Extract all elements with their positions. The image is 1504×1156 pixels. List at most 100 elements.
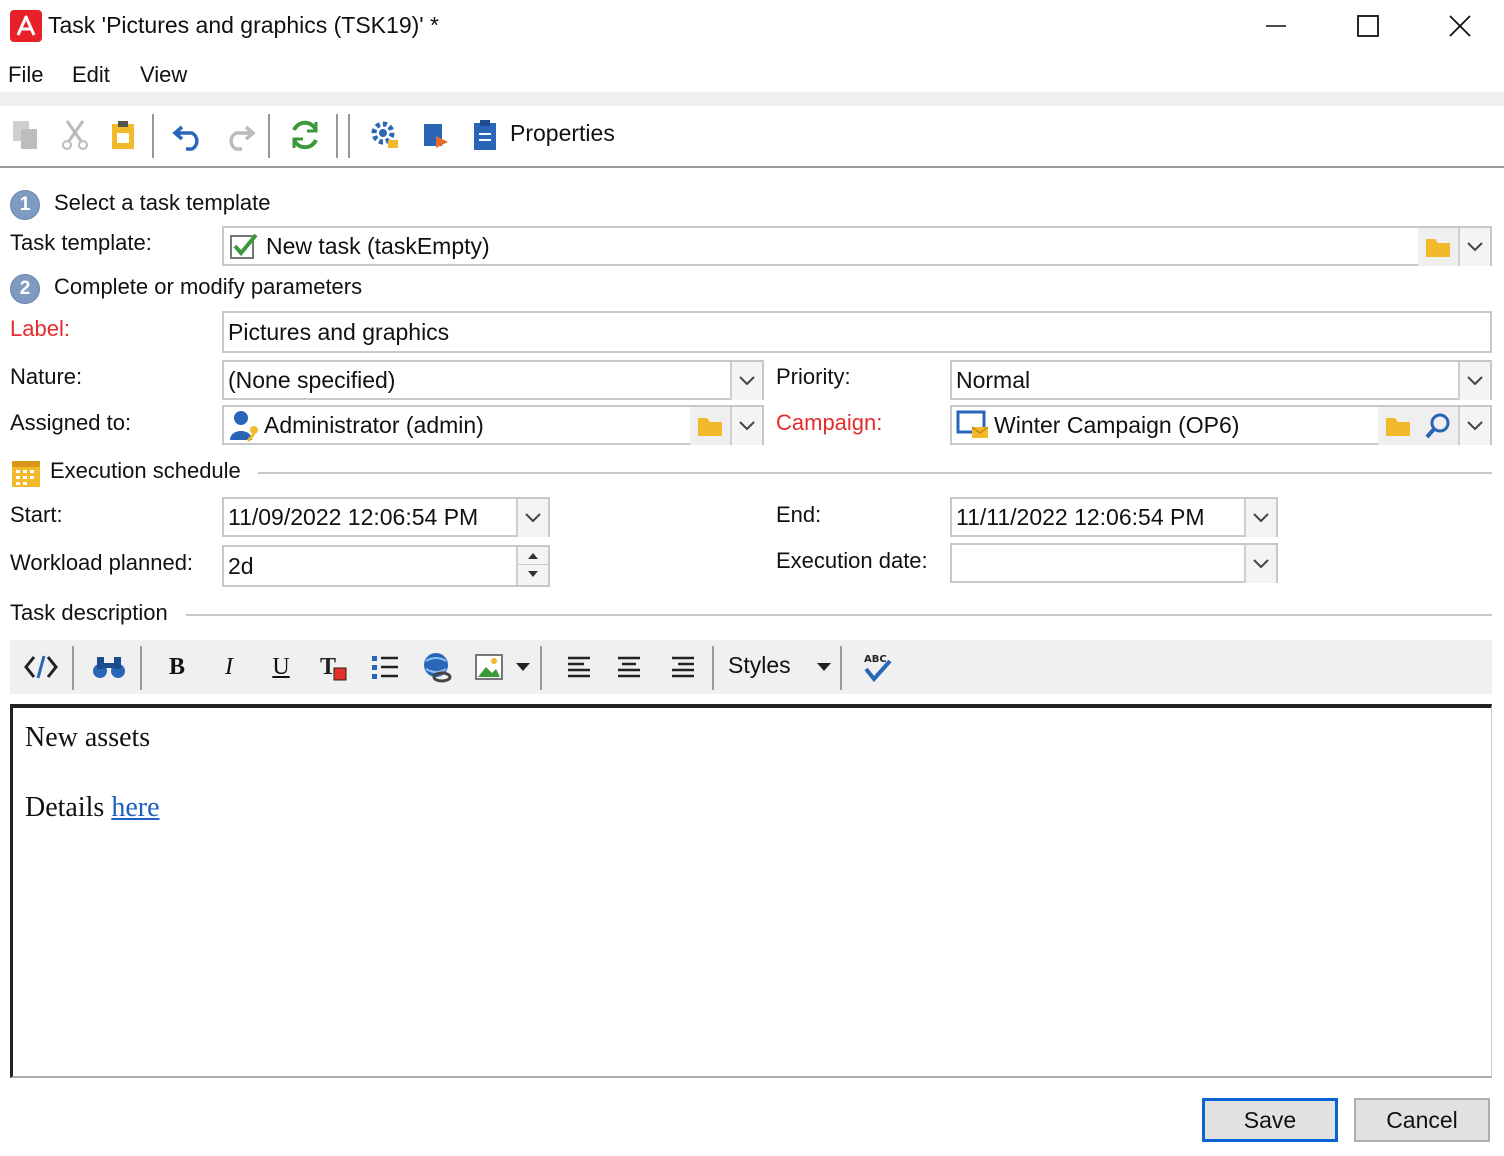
bullet-list-icon[interactable] <box>366 648 404 686</box>
priority-dropdown[interactable] <box>1458 362 1490 400</box>
description-divider <box>186 614 1492 616</box>
nature-select[interactable]: (None specified) <box>222 360 764 400</box>
menu-edit[interactable]: Edit <box>72 62 110 88</box>
menu-file[interactable]: File <box>8 62 43 88</box>
maximize-button[interactable] <box>1322 0 1414 52</box>
title-bar: Task 'Pictures and graphics (TSK19)' * <box>0 0 1504 52</box>
campaign-folder-icon[interactable] <box>1378 407 1418 445</box>
settings-icon[interactable] <box>366 116 404 154</box>
execution-date-label: Execution date: <box>776 548 928 573</box>
cancel-button[interactable]: Cancel <box>1354 1098 1490 1142</box>
assigned-to-field[interactable]: Administrator (admin) <box>222 405 764 445</box>
end-field[interactable]: 11/11/2022 12:06:54 PM <box>950 497 1278 537</box>
editor-toolbar: B I U T Styles ABC <box>10 640 1492 694</box>
svg-text:ABC: ABC <box>864 654 887 665</box>
redo-icon[interactable] <box>220 116 258 154</box>
styles-chevron-icon[interactable] <box>810 648 838 686</box>
copy-icon[interactable] <box>6 116 44 154</box>
assigned-to-label: Assigned to: <box>10 410 132 435</box>
italic-icon[interactable]: I <box>210 648 248 686</box>
end-dropdown[interactable] <box>1244 499 1276 537</box>
close-button[interactable] <box>1414 0 1504 52</box>
task-template-field[interactable]: New task (taskEmpty) <box>222 226 1492 266</box>
calendar-icon <box>10 456 42 488</box>
task-template-value: New task (taskEmpty) <box>266 232 490 259</box>
workload-label: Workload planned: <box>10 550 194 575</box>
underline-icon[interactable]: U <box>262 648 300 686</box>
refresh-icon[interactable] <box>286 116 324 154</box>
campaign-search-icon[interactable] <box>1418 407 1458 445</box>
task-template-label: Task template: <box>10 230 152 255</box>
step2-heading: Complete or modify parameters <box>54 274 363 299</box>
priority-value: Normal <box>956 366 1031 393</box>
menu-view[interactable]: View <box>140 62 187 88</box>
user-icon <box>228 408 264 442</box>
spinner-up-icon[interactable] <box>518 547 548 565</box>
main-toolbar: Properties <box>0 92 1504 168</box>
editor-details-text: Details <box>25 792 105 823</box>
insert-image-icon[interactable] <box>470 648 508 686</box>
assigned-to-value: Administrator (admin) <box>264 411 484 438</box>
execution-date-dropdown[interactable] <box>1244 545 1276 583</box>
save-button[interactable]: Save <box>1202 1098 1338 1142</box>
bold-icon[interactable]: B <box>158 648 196 686</box>
end-label: End: <box>776 502 822 527</box>
export-icon[interactable] <box>416 116 454 154</box>
properties-button-label[interactable]: Properties <box>510 120 615 147</box>
window-title: Task 'Pictures and graphics (TSK19)' * <box>48 12 439 38</box>
workload-value: 2d <box>228 552 254 579</box>
save-button-label: Save <box>1243 1106 1297 1133</box>
align-right-icon[interactable] <box>664 648 702 686</box>
styles-dropdown-label[interactable]: Styles <box>728 652 791 679</box>
campaign-label: Campaign: <box>776 410 883 435</box>
priority-select[interactable]: Normal <box>950 360 1492 400</box>
align-left-icon[interactable] <box>560 648 598 686</box>
cut-icon[interactable] <box>56 116 94 154</box>
editor-here-link[interactable]: here <box>111 792 159 823</box>
undo-icon[interactable] <box>170 116 208 154</box>
paste-icon[interactable] <box>104 116 142 154</box>
menu-bar: File Edit View <box>0 58 1504 94</box>
text-color-icon[interactable]: T <box>314 648 352 686</box>
properties-icon[interactable] <box>466 116 504 154</box>
find-binoculars-icon[interactable] <box>90 648 128 686</box>
minimize-button[interactable] <box>1230 0 1322 52</box>
execution-date-field[interactable] <box>950 543 1278 583</box>
campaign-value: Winter Campaign (OP6) <box>994 411 1240 438</box>
step1-heading: Select a task template <box>54 190 271 215</box>
cancel-button-label: Cancel <box>1386 1106 1458 1133</box>
campaign-icon <box>956 409 994 441</box>
nature-value: (None specified) <box>228 366 396 393</box>
start-value: 11/09/2022 12:06:54 PM <box>228 503 479 530</box>
schedule-divider <box>258 472 1492 474</box>
label-field-label: Label: <box>10 316 70 341</box>
align-center-icon[interactable] <box>610 648 648 686</box>
end-value: 11/11/2022 12:06:54 PM <box>956 503 1205 530</box>
step1-badge: 1 <box>10 190 40 220</box>
editor-line-2: Details here <box>25 792 1491 824</box>
source-code-icon[interactable] <box>22 648 60 686</box>
task-template-dropdown[interactable] <box>1458 228 1490 266</box>
image-options-chevron-icon[interactable] <box>510 648 536 686</box>
description-title: Task description <box>10 600 168 625</box>
label-input[interactable]: Pictures and graphics <box>222 311 1492 353</box>
campaign-dropdown[interactable] <box>1458 407 1490 445</box>
insert-link-icon[interactable] <box>418 648 456 686</box>
start-dropdown[interactable] <box>516 499 548 537</box>
description-editor[interactable]: New assets Details here <box>10 704 1492 1078</box>
start-label: Start: <box>10 502 63 527</box>
task-template-folder-icon[interactable] <box>1418 228 1458 266</box>
spellcheck-icon[interactable]: ABC <box>858 648 896 686</box>
priority-label: Priority: <box>776 364 851 389</box>
assigned-to-dropdown[interactable] <box>730 407 762 445</box>
schedule-title: Execution schedule <box>50 458 241 483</box>
spinner-down-icon[interactable] <box>518 565 548 583</box>
workload-spinner[interactable] <box>516 547 548 585</box>
start-field[interactable]: 11/09/2022 12:06:54 PM <box>222 497 550 537</box>
nature-dropdown[interactable] <box>730 362 762 400</box>
nature-label: Nature: <box>10 364 83 389</box>
assigned-to-folder-icon[interactable] <box>690 407 730 445</box>
task-check-icon <box>228 231 260 261</box>
editor-line-1: New assets <box>25 722 151 753</box>
workload-field[interactable]: 2d <box>222 545 550 587</box>
